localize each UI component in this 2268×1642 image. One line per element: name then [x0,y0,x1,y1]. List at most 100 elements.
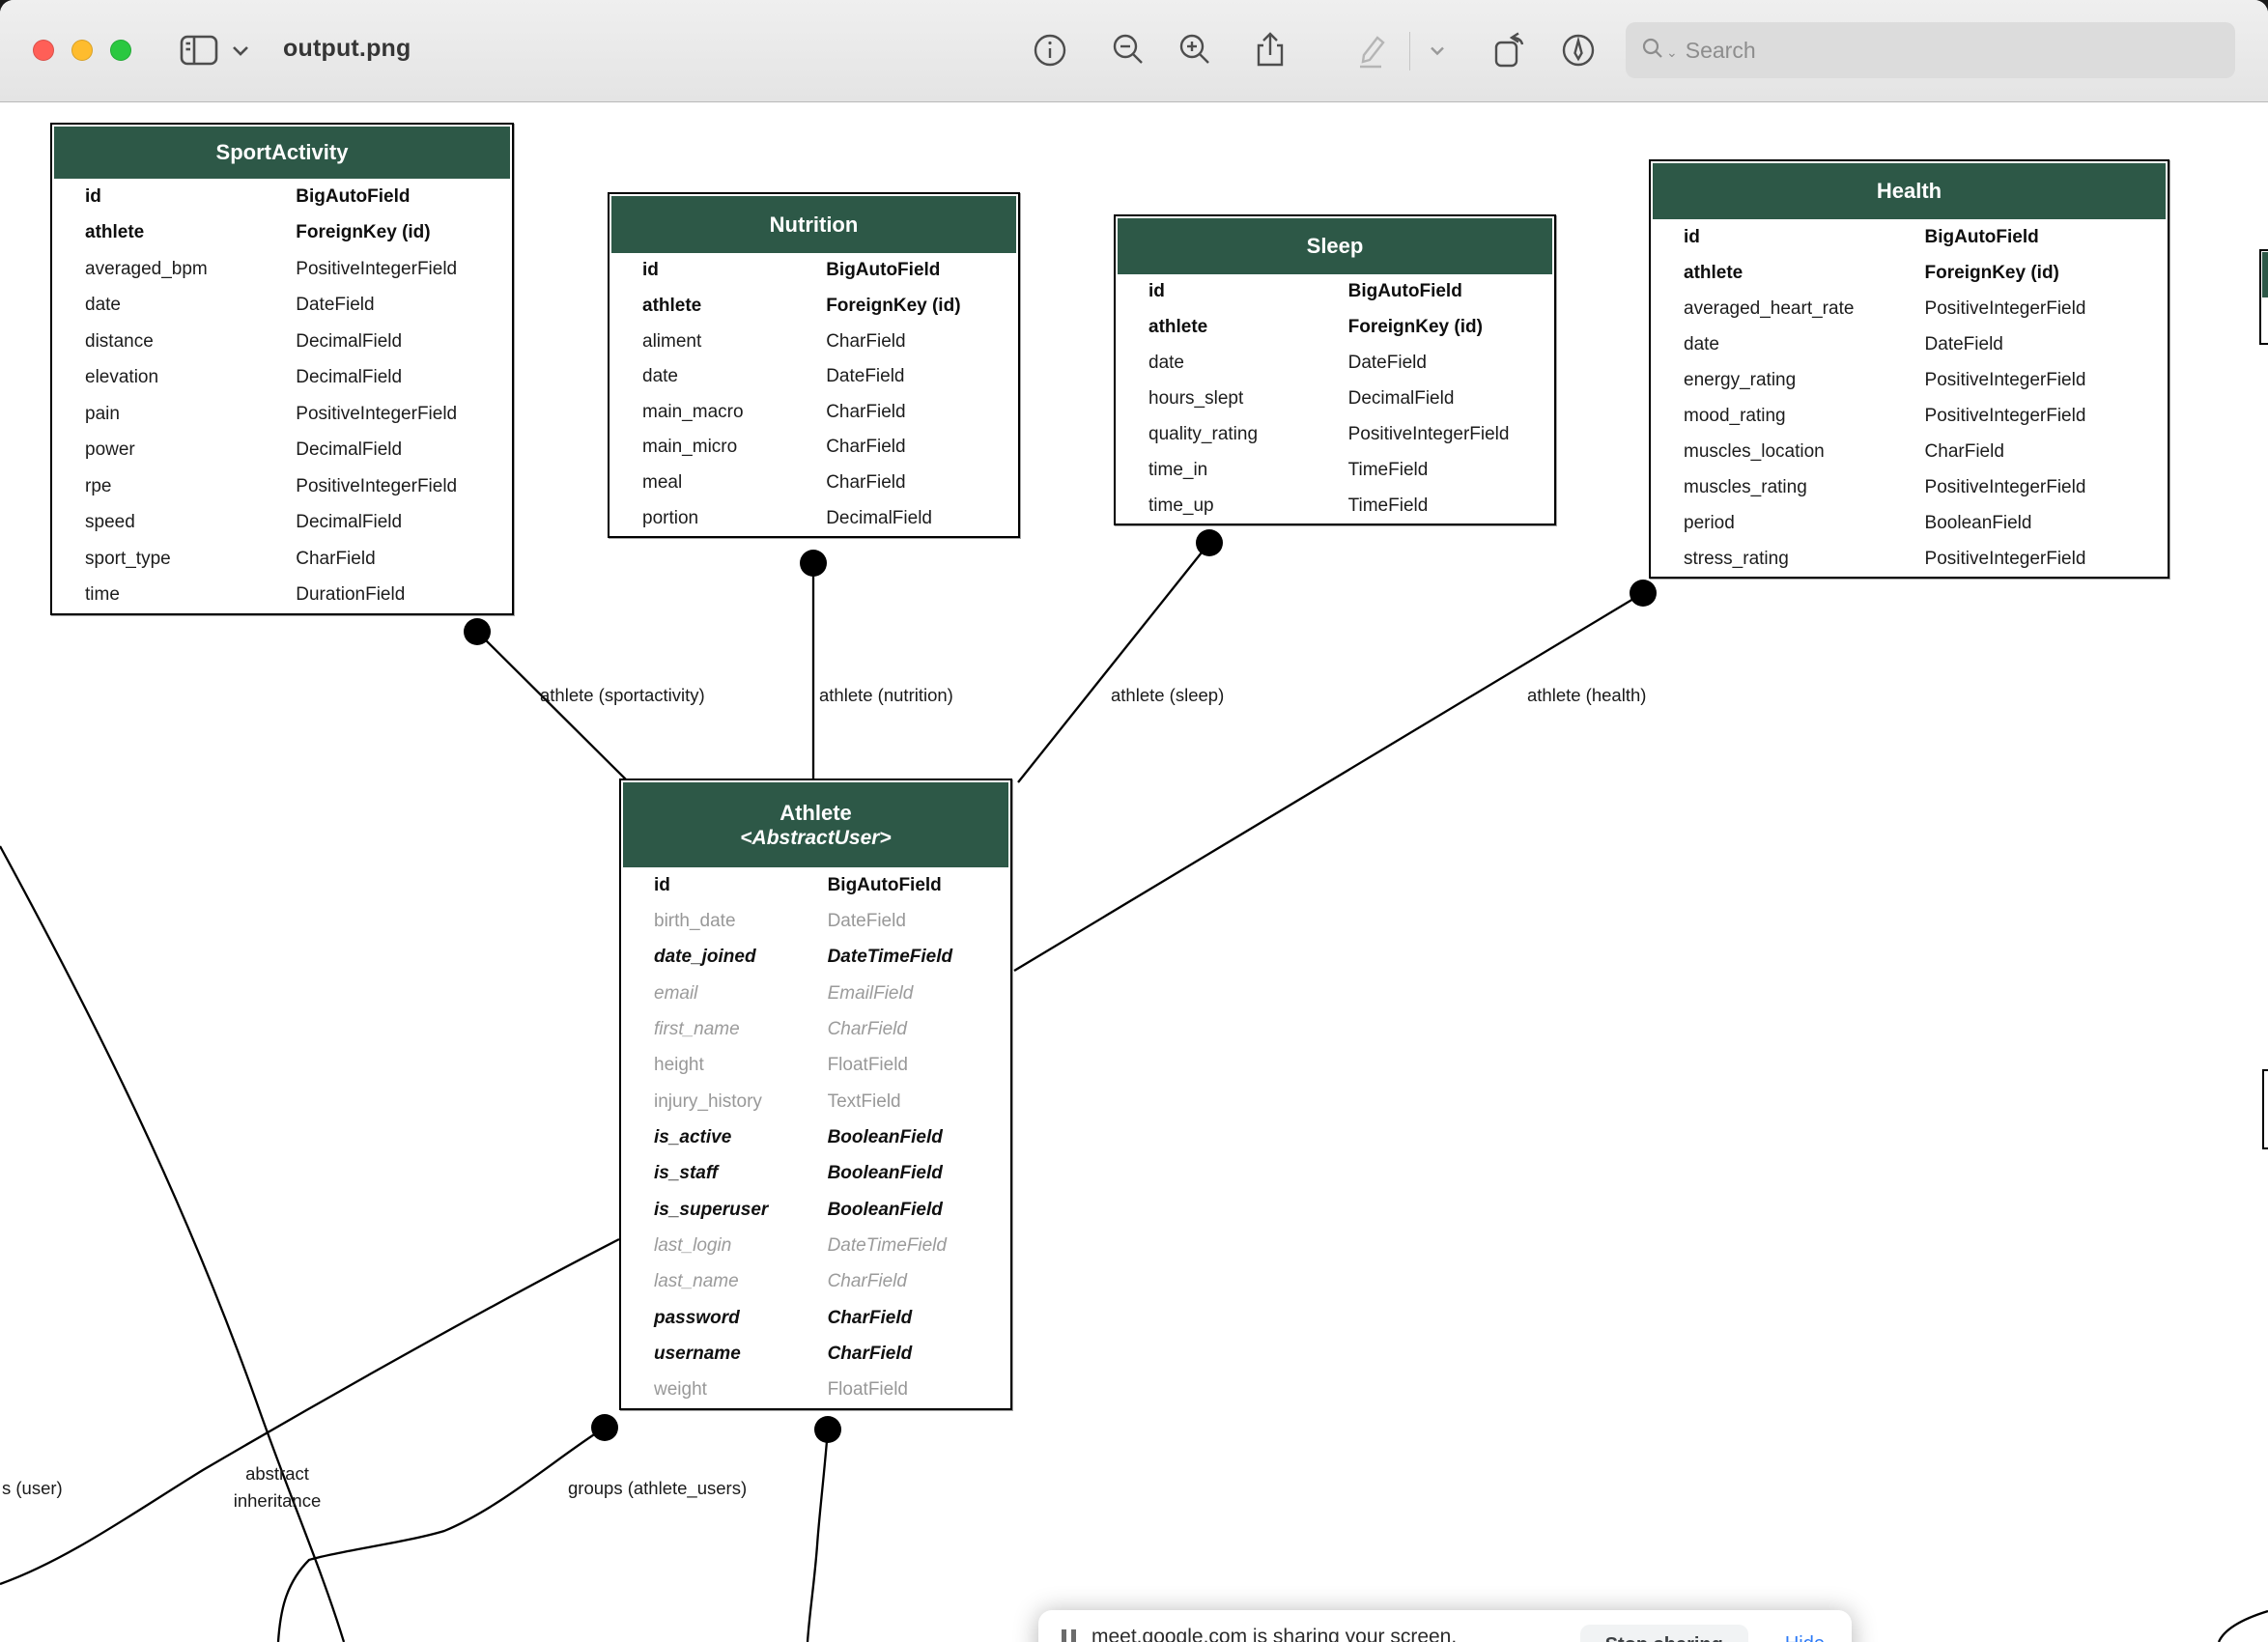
field-type: BigAutoField [828,875,942,896]
field-type: EmailField [828,983,914,1005]
pause-icon[interactable] [1062,1629,1076,1642]
table-rows: id BigAutoField athlete ForeignKey (id) alim… [610,253,1018,536]
field-name: speed [85,512,135,533]
table-field-row: idBigAutoField [621,867,1010,903]
table-field-row: injury_historyTextField [621,1084,1010,1119]
field-type: BigAutoField [1348,281,1462,302]
field-name: height [654,1055,704,1076]
model-table-athlete: Athlete<AbstractUser>idBigAutoFieldbirth… [619,779,1012,1410]
table-field-row: speed DecimalField [52,505,512,542]
edge-label: abstractinheritance [234,1460,322,1515]
table-field-row: distance DecimalField [52,324,512,360]
field-type: FloatField [828,1379,908,1401]
table-field-row: rpePositiveIntegerField [52,468,512,505]
field-type: DateField [1348,353,1427,374]
field-type: CharField [296,549,375,570]
field-name: is_superuser [654,1200,768,1221]
field-name: main_macro [642,402,744,423]
table-field-row: powerDecimalField [52,433,512,469]
edge-dot [591,1414,618,1441]
table-field-row: athlete ForeignKey (id) [610,289,1018,325]
image-canvas: SportActivityidBigAutoFieldathleteForeig… [0,102,2268,1642]
field-type: ForeignKey (id) [296,222,430,243]
field-name: pain [85,404,120,425]
field-name: id [642,260,659,281]
table-rows: idBigAutoFieldathleteForeignKey (id)date… [1116,274,1554,524]
field-type: DateField [828,911,906,932]
field-type: PositiveIntegerField [1925,477,2086,498]
model-table-sleep: SleepidBigAutoFieldathleteForeignKey (id… [1114,214,1556,525]
field-name: portion [642,508,698,529]
table-field-row: energy_ratingPositiveIntegerField [1651,362,2168,398]
edge-line [1018,543,1209,782]
table-field-row: main_microCharField [610,430,1018,466]
field-name: date [642,366,678,387]
table-field-row: athleteForeignKey (id) [1116,310,1554,346]
table-field-row: idBigAutoField [1651,219,2168,255]
field-type: DecimalField [826,508,932,529]
field-type: CharField [826,331,905,353]
table-rows: idBigAutoFieldbirth_dateDateFielddate_jo… [621,867,1010,1408]
field-type: BigAutoField [826,260,940,281]
field-name: distance [85,331,154,353]
edge-dot [1196,529,1223,556]
table-header [2262,252,2268,297]
table-field-row: athleteForeignKey (id) [52,215,512,252]
table-field-row: portion DecimalField [610,500,1018,536]
field-name: energy_rating [1684,370,1796,391]
table-field-row: stress_ratingPositiveIntegerField [1651,541,2168,577]
field-name: time [85,584,120,606]
edge-line [1014,593,1643,971]
field-type: BooleanField [828,1163,943,1184]
table-title: Athlete [623,800,1008,827]
table-field-row: painPositiveIntegerField [52,396,512,433]
table-header: SportActivity [54,127,510,179]
field-name: username [654,1344,741,1365]
field-type: BooleanField [828,1127,943,1148]
table-header: Nutrition [611,196,1016,253]
field-name: time_in [1148,460,1207,481]
field-type: CharField [828,1019,907,1040]
field-type: ForeignKey (id) [826,296,960,317]
table-field-row: height FloatField [621,1048,1010,1084]
field-type: PositiveIntegerField [296,259,457,280]
table-field-row: dateDateField [52,288,512,325]
field-type: ForeignKey (id) [1348,317,1483,338]
stop-sharing-button[interactable]: Stop sharing [1580,1625,1748,1642]
field-type: CharField [826,402,905,423]
field-name: password [654,1308,740,1329]
table-field-row: main_macro CharField [610,395,1018,431]
field-type: DecimalField [296,331,402,353]
field-name: athlete [642,296,701,317]
edge-line [808,1430,828,1642]
field-name: is_active [654,1127,731,1148]
field-name: date [85,295,121,316]
field-type: DecimalField [296,512,402,533]
field-type: DateTimeField [828,1235,947,1257]
field-name: elevation [85,367,158,388]
clipped-table [2262,1069,2268,1149]
table-field-row: muscles_locationCharField [1651,434,2168,469]
table-header: Sleep [1118,218,1552,274]
field-type: CharField [826,472,905,494]
field-type: FloatField [828,1055,908,1076]
edge-label: athlete (health) [1527,682,1646,709]
field-type: CharField [828,1344,913,1365]
edge-line [278,1428,605,1642]
hide-button[interactable]: Hide [1785,1633,1825,1642]
field-type: BigAutoField [296,186,410,208]
field-name: aliment [642,331,701,353]
table-field-row: passwordCharField [621,1300,1010,1336]
table-field-row: is_superuserBooleanField [621,1192,1010,1228]
field-name: weight [654,1379,707,1401]
field-type: TextField [828,1091,901,1113]
table-field-row: athleteForeignKey (id) [1651,255,2168,291]
table-field-row: aliment CharField [610,324,1018,359]
preview-window: output.png [0,0,2268,1642]
edge-label: s (user) [2,1475,63,1502]
field-type: CharField [826,437,905,458]
table-title: Sleep [1118,233,1552,260]
edge-line [0,1239,619,1584]
field-name: last_login [654,1235,731,1257]
field-type: CharField [828,1271,907,1292]
